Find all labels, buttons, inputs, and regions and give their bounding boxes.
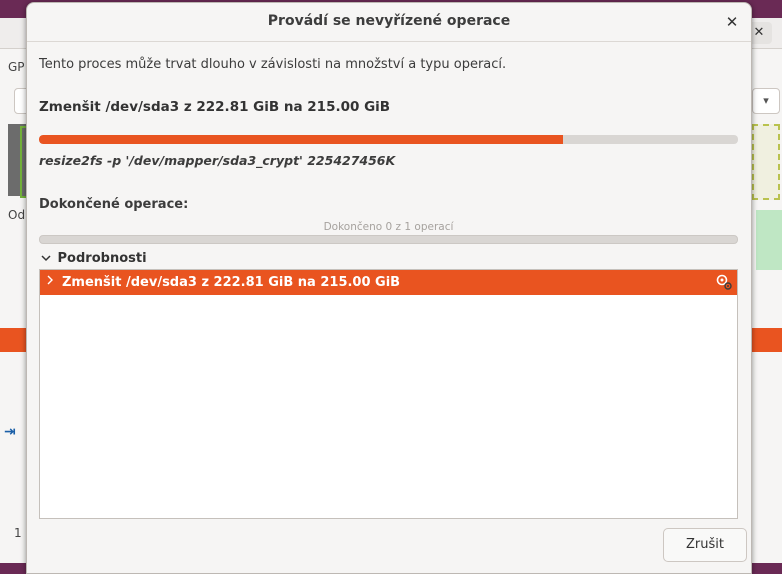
parent-partition-unallocated: [752, 124, 780, 200]
parent-selected-row: [0, 328, 26, 352]
details-label: Podrobnosti: [57, 251, 147, 266]
details-row-label: Zmenšit /dev/sda3 z 222.81 GiB na 215.00…: [62, 275, 401, 290]
current-operation-progress-bar: [39, 135, 738, 144]
parent-pending-count: 1: [14, 526, 22, 540]
current-operation-label: Zmenšit /dev/sda3 z 222.81 GiB na 215.00…: [39, 99, 391, 115]
pending-operations-dialog: Provádí se nevyřízené operace ✕ Tento pr…: [26, 2, 752, 574]
dialog-titlebar: Provádí se nevyřízené operace ✕: [27, 3, 751, 42]
parent-column-header: Od: [8, 208, 26, 222]
details-row[interactable]: Zmenšit /dev/sda3 z 222.81 GiB na 215.00…: [40, 270, 737, 295]
current-operation-progress-fill: [39, 135, 564, 144]
details-expander[interactable]: Podrobnosti: [41, 251, 147, 266]
parent-combo-arrow-icon[interactable]: ▾: [752, 88, 780, 114]
close-icon[interactable]: ✕: [721, 11, 743, 33]
parent-desktop-icon: [756, 210, 782, 270]
completed-operations-label: Dokončené operace:: [39, 197, 189, 212]
chevron-right-icon[interactable]: [46, 274, 54, 289]
chevron-down-icon: [41, 254, 53, 265]
details-tree[interactable]: Zmenšit /dev/sda3 z 222.81 GiB na 215.00…: [39, 269, 738, 519]
parent-resize-arrow-icon: ⇥: [4, 424, 16, 440]
info-text: Tento proces může trvat dlouho v závislo…: [39, 57, 507, 72]
dialog-title: Provádí se nevyřízené operace: [267, 13, 511, 29]
command-text: resize2fs -p '/dev/mapper/sda3_crypt' 22…: [39, 153, 396, 168]
parent-selected-row-end: [752, 328, 782, 352]
completed-operations-progress-bar: [39, 235, 738, 244]
cancel-button[interactable]: Zrušit: [663, 528, 747, 562]
running-gears-icon: [715, 273, 733, 291]
parent-menu-item[interactable]: GP: [8, 60, 25, 74]
completed-count-text: Dokončeno 0 z 1 operací: [323, 221, 454, 233]
